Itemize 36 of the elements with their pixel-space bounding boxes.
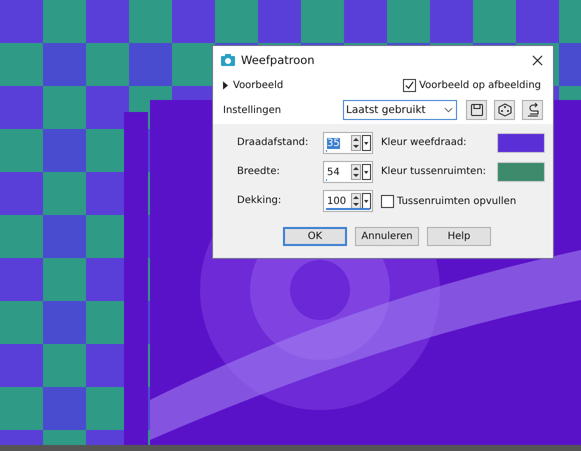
spin-arrows-icon[interactable] [351, 135, 371, 151]
color-swatch[interactable] [497, 133, 545, 153]
dialog-button[interactable]: OK [283, 227, 347, 246]
preview-checkbox[interactable]: Voorbeeld op afbeelding [403, 78, 541, 92]
field-value: 54 [327, 166, 341, 178]
random-button[interactable] [494, 100, 515, 120]
fill-gaps-checkbox[interactable]: Tussenruimten opvullen [381, 194, 545, 208]
field-label: Dekking: [237, 194, 282, 208]
color-label: Kleur weefdraad: [381, 136, 468, 150]
close-icon[interactable] [532, 54, 543, 66]
reset-icon [526, 103, 540, 117]
triangle-icon [223, 80, 228, 90]
spin-field[interactable]: 54 [323, 161, 373, 183]
dialog-button[interactable]: Help [427, 227, 491, 246]
spin-arrows-icon[interactable] [351, 193, 371, 209]
spin-arrows-icon[interactable] [351, 164, 371, 180]
die-icon [498, 103, 512, 117]
reset-button[interactable] [522, 100, 543, 120]
color-label: Kleur tussenruimten: [381, 165, 488, 179]
presets-dropdown[interactable]: Laatst gebruikt [343, 100, 457, 120]
field-value: 35 [327, 138, 340, 148]
checkbox[interactable] [403, 78, 416, 92]
camera-icon [221, 54, 235, 66]
preview-toggle[interactable]: Voorbeeld [223, 80, 284, 90]
spin-field[interactable]: 100 [323, 190, 373, 212]
dialog-button[interactable]: Annuleren [355, 227, 419, 246]
window-title: Weefpatroon [241, 53, 316, 67]
field-label: Breedte: [237, 165, 281, 179]
presets-label: Instellingen [223, 104, 282, 116]
checkbox[interactable] [381, 194, 394, 208]
save-button[interactable] [466, 100, 487, 120]
field-value: 100 [327, 196, 348, 206]
field-label: Draadafstand: [237, 136, 310, 150]
caret-icon [444, 107, 453, 113]
color-swatch[interactable] [497, 162, 545, 182]
spin-field[interactable]: 35 [323, 132, 373, 154]
